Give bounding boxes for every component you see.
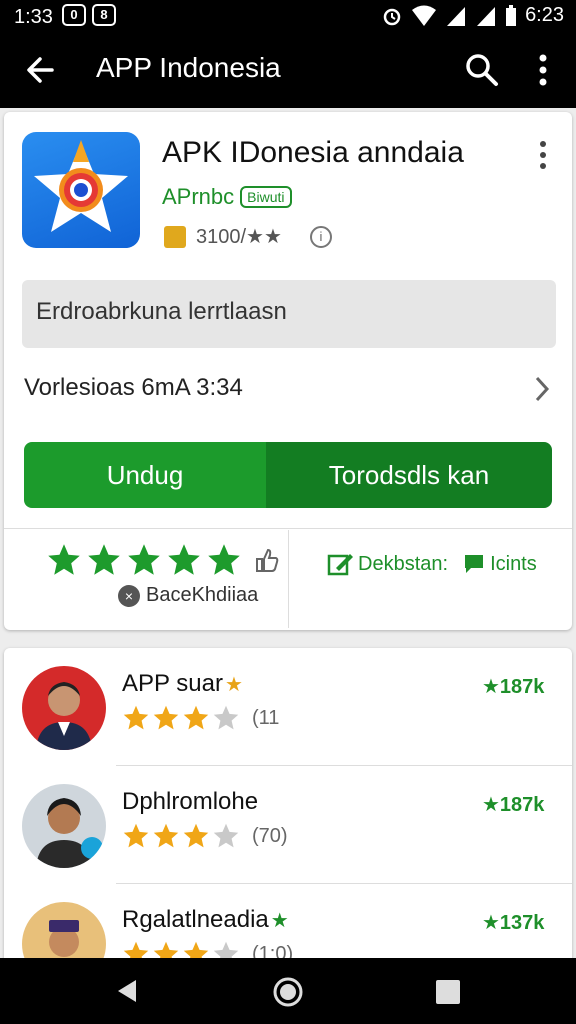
nav-back-icon[interactable] (114, 978, 140, 1004)
status-bar: 1:33 0 8 6:23 (0, 0, 576, 36)
star-icon (168, 544, 200, 575)
star-icon (48, 544, 80, 575)
more-vert-icon[interactable] (526, 50, 560, 90)
star-icon: ★ (270, 909, 289, 932)
related-apps-card: APP suar ★ (11 ★187k Dphlromlohe (70) ★18… (4, 648, 572, 968)
app-size: ★187k (482, 676, 545, 698)
status-right: 6:23 (381, 4, 564, 27)
rating-stars[interactable] (46, 542, 280, 578)
star-icon (128, 544, 160, 575)
chevron-right-icon[interactable] (532, 374, 552, 404)
developer-badge: Biwuti (240, 186, 292, 208)
app-detail-card: APK IDonesia anndaia APrnbc Biwuti 3100/… (4, 112, 572, 630)
list-item[interactable]: APP suar ★ (11 ★187k (4, 648, 572, 766)
status-notification-icons: 0 8 (62, 4, 116, 26)
avatar (22, 784, 106, 868)
rating-sub-text: BaceKhdiiaa (146, 584, 259, 606)
alarm-icon (383, 8, 401, 25)
divider (4, 528, 572, 529)
notification-icon: 0 (62, 4, 86, 26)
status-clock: 6:23 (525, 4, 564, 26)
item-rating: (11 (122, 704, 279, 732)
chat-icon (465, 555, 484, 573)
star-icon (183, 705, 209, 730)
close-icon[interactable]: × (118, 584, 140, 607)
install-button[interactable]: Undug (24, 442, 266, 508)
app-size: ★187k (482, 794, 545, 816)
comments-label: Icints (490, 552, 537, 575)
person-avatar-icon (36, 798, 103, 868)
star-icon (153, 823, 179, 848)
star-icon (123, 823, 149, 848)
star-icon: ★ (224, 673, 243, 696)
back-arrow-icon[interactable] (22, 50, 62, 90)
secondary-button[interactable]: Torodsdls kan (266, 442, 552, 508)
app-title: Rgalatlneadia ★ (122, 906, 289, 934)
developer-name[interactable]: APrnbc (162, 184, 234, 210)
app-name: APK IDonesia anndaia (162, 136, 464, 169)
comments-link[interactable]: Icints (462, 552, 537, 576)
wifi-icon (412, 5, 437, 26)
page-title: APP Indonesia (96, 52, 281, 83)
person-avatar-icon (36, 682, 92, 750)
rating-text: 3100/★★ (196, 226, 282, 248)
edit-icon (327, 554, 353, 576)
divider (288, 530, 289, 628)
developer-row[interactable]: APrnbc Biwuti (162, 184, 292, 210)
system-nav-bar (0, 958, 576, 1024)
app-logo (22, 132, 140, 248)
rating-count: (11 (252, 706, 280, 729)
battery-icon (506, 4, 517, 26)
app-meta-row: 3100/★★ i (164, 224, 332, 249)
write-review-link[interactable]: Dekbstan: (326, 550, 448, 578)
app-title-text: APP suar (122, 670, 223, 697)
nav-home-icon[interactable] (272, 976, 304, 1008)
list-item[interactable]: Dphlromlohe (70) ★187k (4, 766, 572, 884)
thumb-icon[interactable] (254, 547, 280, 573)
star-logo-icon (34, 140, 128, 232)
star-icon (153, 705, 179, 730)
app-bar: APP Indonesia (0, 36, 576, 108)
avatar (22, 666, 106, 750)
app-size: ★137k (482, 912, 545, 934)
star-icon (208, 544, 240, 575)
list-item[interactable]: Rgalatlneadia ★ (1:0) ★137k (4, 884, 572, 968)
rating-count: (70) (252, 824, 288, 847)
star-icon (183, 823, 209, 848)
notification-icon: 8 (92, 4, 116, 26)
write-review-label: Dekbstan: (358, 552, 449, 575)
app-title-text: Rgalatlneadia (122, 906, 269, 933)
app-title: Dphlromlohe (122, 788, 258, 816)
star-icon (88, 544, 120, 575)
nav-recent-icon[interactable] (436, 980, 460, 1004)
status-time: 1:33 (14, 6, 53, 28)
app-title: APP suar ★ (122, 670, 243, 698)
more-vert-icon[interactable] (530, 138, 556, 172)
rating-sub-label: × BaceKhdiiaa (118, 584, 258, 607)
version-text[interactable]: Vorlesioas 6mA 3:34 (24, 374, 243, 402)
badge-icon (164, 225, 186, 248)
star-icon (123, 705, 149, 730)
review-links: Dekbstan: Icints (326, 550, 537, 578)
item-rating: (70) (122, 822, 288, 850)
description-box[interactable]: Erdroabrkuna lerrtlaasn (22, 280, 556, 348)
signal-icon (447, 6, 466, 26)
info-icon[interactable]: i (309, 225, 332, 248)
app-title-text: Dphlromlohe (122, 788, 259, 815)
signal-icon (477, 6, 496, 26)
star-icon (213, 705, 239, 730)
search-icon[interactable] (462, 50, 502, 90)
star-icon (213, 823, 239, 848)
